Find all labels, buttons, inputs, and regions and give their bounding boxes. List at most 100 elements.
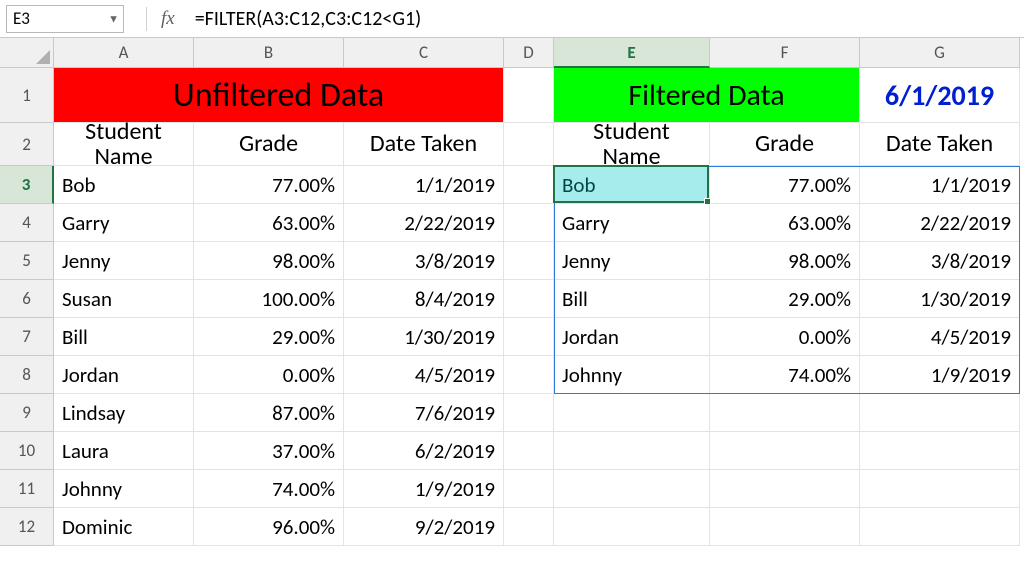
column-header-E[interactable]: E	[554, 38, 710, 68]
spreadsheet-grid[interactable]: ABCDEFG 1Unfiltered Data Filtered Data6/1/…	[0, 38, 1024, 546]
fil-date-6[interactable]	[860, 394, 1020, 432]
cell-D5[interactable]	[504, 242, 554, 280]
fil-date-1[interactable]: 2/22/2019	[860, 204, 1020, 242]
unf-grade-2[interactable]: 98.00%	[194, 242, 344, 280]
unf-name-3[interactable]: Susan	[54, 280, 194, 318]
row-header-10[interactable]: 10	[0, 432, 54, 470]
row-header-7[interactable]: 7	[0, 318, 54, 356]
unf-name-4[interactable]: Bill	[54, 318, 194, 356]
title-unfiltered[interactable]: Unfiltered Data	[54, 68, 504, 123]
fil-date-8[interactable]	[860, 470, 1020, 508]
cell-D10[interactable]	[504, 432, 554, 470]
fil-grade-2[interactable]: 98.00%	[710, 242, 860, 280]
unf-date-6[interactable]: 7/6/2019	[344, 394, 504, 432]
unf-date-5[interactable]: 4/5/2019	[344, 356, 504, 394]
unf-date-1[interactable]: 2/22/2019	[344, 204, 504, 242]
fil-name-2[interactable]: Jenny	[554, 242, 710, 280]
unf-date-4[interactable]: 1/30/2019	[344, 318, 504, 356]
cell-D4[interactable]	[504, 204, 554, 242]
row-header-9[interactable]: 9	[0, 394, 54, 432]
fil-name-8[interactable]	[554, 470, 710, 508]
cell-D12[interactable]	[504, 508, 554, 546]
fil-grade-4[interactable]: 0.00%	[710, 318, 860, 356]
unf-date-0[interactable]: 1/1/2019	[344, 166, 504, 204]
fil-header-date[interactable]: Date Taken	[860, 123, 1020, 166]
unf-grade-6[interactable]: 87.00%	[194, 394, 344, 432]
fil-grade-1[interactable]: 63.00%	[710, 204, 860, 242]
fx-button[interactable]: fx	[161, 8, 175, 30]
fil-date-2[interactable]: 3/8/2019	[860, 242, 1020, 280]
unf-name-5[interactable]: Jordan	[54, 356, 194, 394]
unf-name-1[interactable]: Garry	[54, 204, 194, 242]
column-header-D[interactable]: D	[504, 38, 554, 68]
fil-name-1[interactable]: Garry	[554, 204, 710, 242]
fil-name-4[interactable]: Jordan	[554, 318, 710, 356]
unf-name-9[interactable]: Dominic	[54, 508, 194, 546]
row-header-1[interactable]: 1	[0, 68, 54, 123]
unf-date-9[interactable]: 9/2/2019	[344, 508, 504, 546]
unf-name-8[interactable]: Johnny	[54, 470, 194, 508]
row-header-8[interactable]: 8	[0, 356, 54, 394]
unf-grade-0[interactable]: 77.00%	[194, 166, 344, 204]
unf-grade-4[interactable]: 29.00%	[194, 318, 344, 356]
chevron-down-icon[interactable]: ▼	[108, 12, 119, 25]
cell-D7[interactable]	[504, 318, 554, 356]
unf-header-grade[interactable]: Grade	[194, 123, 344, 166]
fil-name-3[interactable]: Bill	[554, 280, 710, 318]
fil-date-5[interactable]: 1/9/2019	[860, 356, 1020, 394]
unf-header-date[interactable]: Date Taken	[344, 123, 504, 166]
column-header-A[interactable]: A	[54, 38, 194, 68]
row-header-5[interactable]: 5	[0, 242, 54, 280]
fil-grade-8[interactable]	[710, 470, 860, 508]
row-header-11[interactable]: 11	[0, 470, 54, 508]
unf-name-0[interactable]: Bob	[54, 166, 194, 204]
column-header-C[interactable]: C	[344, 38, 504, 68]
fil-date-9[interactable]	[860, 508, 1020, 546]
filter-date[interactable]: 6/1/2019	[860, 68, 1020, 123]
cell-D2[interactable]	[504, 123, 554, 166]
select-all-corner[interactable]	[0, 38, 54, 68]
unf-name-7[interactable]: Laura	[54, 432, 194, 470]
title-filtered[interactable]: Filtered Data	[554, 68, 860, 123]
row-header-6[interactable]: 6	[0, 280, 54, 318]
formula-input[interactable]	[191, 5, 1024, 33]
unf-date-3[interactable]: 8/4/2019	[344, 280, 504, 318]
unf-grade-5[interactable]: 0.00%	[194, 356, 344, 394]
column-header-B[interactable]: B	[194, 38, 344, 68]
name-box[interactable]: E3 ▼	[6, 5, 124, 33]
cell-D1[interactable]	[504, 68, 554, 123]
fil-name-0[interactable]: Bob	[554, 166, 710, 204]
fil-name-7[interactable]	[554, 432, 710, 470]
fil-date-0[interactable]: 1/1/2019	[860, 166, 1020, 204]
unf-header-name[interactable]: Student Name	[54, 123, 194, 166]
fil-grade-7[interactable]	[710, 432, 860, 470]
column-header-F[interactable]: F	[710, 38, 860, 68]
unf-date-8[interactable]: 1/9/2019	[344, 470, 504, 508]
cell-D9[interactable]	[504, 394, 554, 432]
unf-grade-9[interactable]: 96.00%	[194, 508, 344, 546]
unf-grade-7[interactable]: 37.00%	[194, 432, 344, 470]
row-header-12[interactable]: 12	[0, 508, 54, 546]
cell-D8[interactable]	[504, 356, 554, 394]
cell-D11[interactable]	[504, 470, 554, 508]
fil-name-5[interactable]: Johnny	[554, 356, 710, 394]
unf-name-2[interactable]: Jenny	[54, 242, 194, 280]
column-header-G[interactable]: G	[860, 38, 1020, 68]
unf-grade-3[interactable]: 100.00%	[194, 280, 344, 318]
fil-grade-9[interactable]	[710, 508, 860, 546]
fil-grade-5[interactable]: 74.00%	[710, 356, 860, 394]
unf-date-7[interactable]: 6/2/2019	[344, 432, 504, 470]
fil-name-9[interactable]	[554, 508, 710, 546]
fil-header-name[interactable]: Student Name	[554, 123, 710, 166]
row-header-2[interactable]: 2	[0, 123, 54, 166]
unf-date-2[interactable]: 3/8/2019	[344, 242, 504, 280]
fil-date-4[interactable]: 4/5/2019	[860, 318, 1020, 356]
fil-grade-6[interactable]	[710, 394, 860, 432]
unf-grade-1[interactable]: 63.00%	[194, 204, 344, 242]
row-header-3[interactable]: 3	[0, 166, 54, 204]
row-header-4[interactable]: 4	[0, 204, 54, 242]
unf-name-6[interactable]: Lindsay	[54, 394, 194, 432]
fil-header-grade[interactable]: Grade	[710, 123, 860, 166]
fil-grade-3[interactable]: 29.00%	[710, 280, 860, 318]
unf-grade-8[interactable]: 74.00%	[194, 470, 344, 508]
